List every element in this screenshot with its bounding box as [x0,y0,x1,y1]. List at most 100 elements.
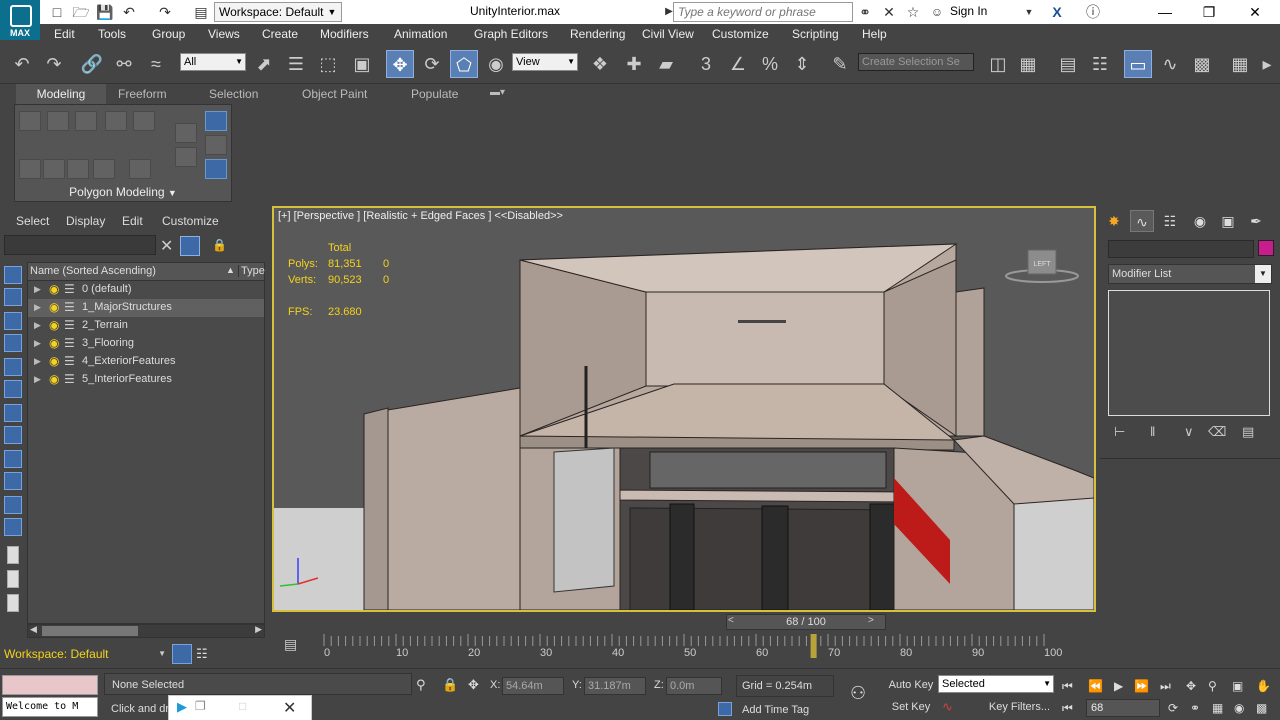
lightbulb-icon[interactable]: ◉ [49,300,59,314]
expand-arrow-icon[interactable]: ▶ [34,374,41,385]
new-file-icon[interactable]: □ [48,3,66,21]
field-of-view-icon[interactable]: ▣ [1232,679,1243,693]
horizontal-scrollbar[interactable]: ◀ ▶ [27,624,265,638]
modifier-list-dropdown[interactable]: Modifier List ▼ [1108,264,1272,284]
walk-through-icon[interactable]: ⚭ [1190,701,1200,715]
menu-group[interactable]: Group [152,27,185,41]
restore-button[interactable]: ❐ [1194,2,1224,22]
curve-editor-icon[interactable]: ∿ [1156,50,1184,78]
ribbon-tab-object-paint[interactable]: Object Paint [302,87,367,101]
mirror-icon[interactable]: ◫ [984,50,1012,78]
ribbon-tool-button[interactable] [175,147,197,167]
display-spacewarps-icon[interactable] [4,404,22,422]
orbit-icon[interactable]: ⟳ [1168,701,1178,715]
menu-help[interactable]: Help [862,27,887,41]
expand-arrow-icon[interactable]: ▶ [34,284,41,295]
menu-edit[interactable]: Edit [54,27,75,41]
select-manipulate-icon[interactable]: ✚ [620,50,648,78]
time-slider[interactable]: 68 / 100 < > [276,614,1094,630]
key-filter-curve-icon[interactable]: ∿ [942,699,953,715]
close-window-button[interactable]: ✕ [1240,2,1270,22]
viewcube[interactable]: LEFT [1004,242,1084,289]
spinner-snap-icon[interactable]: ⇕ [788,50,816,78]
bind-space-warp-icon[interactable]: ≈ [142,50,170,78]
current-frame-marker[interactable] [810,634,817,658]
select-by-name-icon[interactable]: ☰ [282,50,310,78]
lightbulb-icon[interactable]: ◉ [49,318,59,332]
reference-coordinate-dropdown[interactable]: View ▼ [512,53,578,71]
coord-z-field[interactable]: 0.0m [666,677,722,695]
ribbon-tool-button[interactable] [205,111,227,131]
track-bar[interactable]: 0 10 20 30 40 50 60 70 80 90 100 ▤ [280,632,1100,666]
display-tab-icon[interactable]: ▣ [1216,210,1240,232]
display-all-icon[interactable] [7,546,19,564]
display-cameras-icon[interactable] [4,358,22,376]
key-filters-button[interactable]: Key Filters... [960,698,1054,716]
keyboard-shortcut-icon[interactable]: ▰ [652,50,680,78]
snaps-toggle-icon[interactable]: 3 [692,50,720,78]
object-color-swatch[interactable] [1258,240,1274,256]
menu-views[interactable]: Views [208,27,240,41]
se-menu-select[interactable]: Select [16,214,49,228]
layer-row[interactable]: ▶ ◉ ☰ 5_InteriorFeatures [28,371,264,389]
scroll-left-icon[interactable]: ◀ [30,624,37,635]
time-slider-thumb[interactable]: 68 / 100 [726,614,886,630]
open-mini-curve-editor-icon[interactable]: ▤ [284,636,297,653]
zoom-all-icon[interactable]: ▦ [1212,701,1223,715]
go-to-end-icon[interactable]: ⏭ [1160,679,1171,694]
display-none-all-icon[interactable] [7,570,19,588]
hierarchy-tab-icon[interactable]: ☷ [1158,210,1182,232]
current-frame-field[interactable]: 68 [1086,699,1160,717]
show-end-result-icon[interactable]: ‖ [1150,424,1155,439]
place-icon[interactable]: ◉ [482,50,510,78]
percent-snap-icon[interactable]: % [756,50,784,78]
display-groups-icon[interactable] [4,426,22,444]
se-menu-edit[interactable]: Edit [122,214,143,228]
minimize-button[interactable]: — [1150,2,1180,22]
zoom-extents-icon[interactable]: ✥ [1186,679,1196,693]
menu-civil-view[interactable]: Civil View [642,27,694,41]
scene-explorer-workspace-dropdown[interactable]: Workspace: Default ▼ [4,644,166,664]
named-selection-set-input[interactable]: Create Selection Se [858,53,974,71]
ribbon-tool-button[interactable] [19,111,41,131]
scene-explorer-toggle-icon[interactable]: ▤ [1054,50,1082,78]
display-containers-icon[interactable] [4,496,22,514]
se-menu-customize[interactable]: Customize [162,214,219,228]
schematic-view-icon[interactable]: ▩ [1188,50,1216,78]
key-icon[interactable]: ⚇ [850,683,866,704]
save-file-icon[interactable]: 💾 [96,3,114,21]
lightbulb-icon[interactable]: ◉ [49,354,59,368]
perspective-viewport[interactable]: [+] [Perspective ] [Realistic + Edged Fa… [272,206,1096,612]
ribbon-tool-button[interactable] [129,159,151,179]
scale-icon[interactable]: ⬠ [450,50,478,78]
ribbon-options-icon[interactable]: ▬▾ [490,87,505,98]
make-unique-icon[interactable]: ∨ [1184,424,1194,440]
lightbulb-icon[interactable]: ◉ [49,372,59,386]
pan-view-icon[interactable]: ✋ [1256,679,1271,693]
auto-key-button[interactable]: Auto Key [886,675,936,695]
ribbon-tool-button[interactable] [133,111,155,131]
ribbon-tool-button[interactable] [93,159,115,179]
expand-arrow-icon[interactable]: ▶ [34,338,41,349]
scrollbar-thumb[interactable] [42,626,138,636]
unlink-icon[interactable]: ⚯ [110,50,138,78]
display-geometry-icon[interactable] [4,288,22,306]
display-helpers-icon[interactable] [4,380,22,398]
layer-row[interactable]: ▶ ◉ ☰ 0 (default) [28,281,264,299]
edit-named-selection-icon[interactable]: ✎ [826,50,854,78]
ribbon-tab-freeform[interactable]: Freeform [118,87,167,101]
ribbon-tool-button[interactable] [47,111,69,131]
redo-icon[interactable]: ↷ [40,50,68,78]
isolate-selection-icon[interactable]: ⚲ [416,677,426,693]
absolute-transform-icon[interactable]: ✥ [468,677,479,693]
previous-key-icon[interactable]: ⏪ [1088,679,1103,693]
undo-icon[interactable]: ↶ [120,3,138,21]
remove-modifier-icon[interactable]: ⌫ [1208,424,1226,440]
arc-rotate-icon[interactable]: ◉ [1234,701,1244,715]
clear-search-icon[interactable]: ✕ [160,236,173,256]
move-icon[interactable]: ✥ [386,50,414,78]
menu-modifiers[interactable]: Modifiers [320,27,369,41]
chevron-down-icon[interactable]: ▼ [1020,3,1038,21]
motion-tab-icon[interactable]: ◉ [1188,210,1212,232]
pivot-center-icon[interactable]: ❖ [586,50,614,78]
